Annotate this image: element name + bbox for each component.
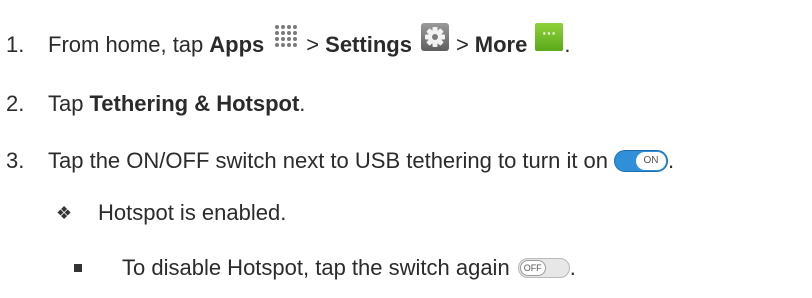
toggle-on-icon: ON [614,150,669,172]
note-text: To disable Hotspot, tap the switch again [122,255,510,280]
step-text: From home, tap [48,32,204,57]
square-bullet-icon [74,264,82,272]
toggle-on-label: ON [636,152,667,170]
apps-grid-icon [272,22,302,52]
settings-label: Settings [325,32,412,57]
step-number: 1. [6,32,25,57]
toggle-off-icon: OFF [517,258,570,278]
separator: > [306,32,320,57]
period: . [299,91,306,116]
apps-label: Apps [209,32,265,57]
note-bullet: To disable Hotspot, tap the switch again… [74,255,576,281]
tethering-hotspot-label: Tethering & Hotspot [89,91,300,116]
step-number: 2. [6,91,25,116]
more-icon: ··· [535,23,564,51]
period: . [564,32,571,57]
separator: > [455,32,469,57]
step-text: Tap the ON/OFF switch next to USB tether… [48,148,609,173]
step-3: 3. Tap the ON/OFF switch next to USB tet… [6,148,674,174]
step-number: 3. [6,148,25,173]
step-1: 1. From home, tap Apps > Settings > More… [6,23,571,60]
gear-icon [420,22,450,52]
step-text: Tap [48,91,84,116]
diamond-bullet-icon: ❖ [56,202,73,223]
period: . [569,255,576,280]
more-label: More [474,32,528,57]
result-text: Hotspot is enabled. [98,200,287,225]
period: . [668,148,675,173]
result-bullet: ❖ Hotspot is enabled. [56,200,286,226]
step-2: 2. Tap Tethering & Hotspot . [6,91,305,117]
toggle-off-label: OFF [519,260,546,276]
